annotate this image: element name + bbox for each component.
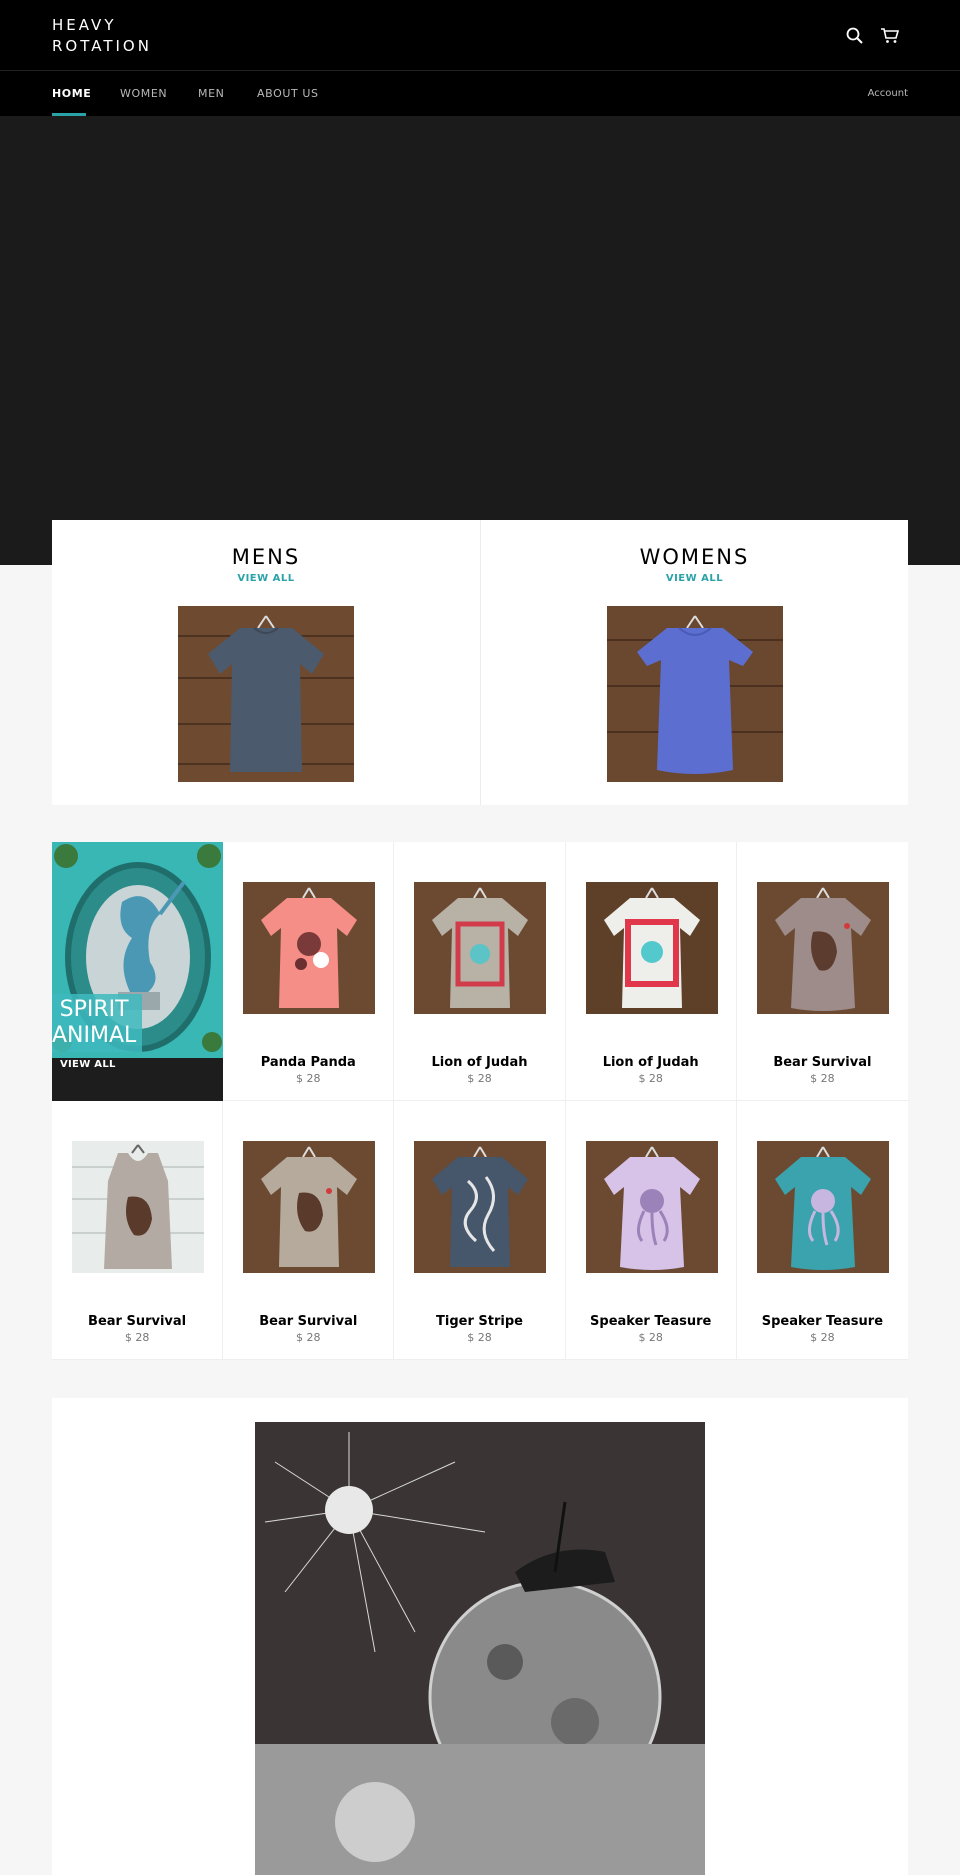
product-card[interactable]: Lion of Judah $ 28 bbox=[394, 842, 566, 1101]
featured-artwork-image bbox=[255, 1422, 705, 1875]
product-name: Tiger Stripe bbox=[436, 1314, 523, 1329]
hero-banner bbox=[0, 116, 960, 565]
nav-item-about-us[interactable]: ABOUT US bbox=[257, 87, 319, 100]
site-header: HEAVY ROTATION bbox=[0, 0, 960, 70]
product-image-speaker-teasure bbox=[756, 1141, 889, 1273]
product-name: Lion of Judah bbox=[602, 1055, 699, 1070]
search-icon[interactable] bbox=[845, 26, 865, 46]
product-price: $ 28 bbox=[810, 1331, 835, 1344]
featured-collection-card[interactable]: SPIRIT ANIMAL VIEW ALL bbox=[52, 842, 223, 1101]
product-price: $ 28 bbox=[467, 1331, 492, 1344]
cart-icon[interactable] bbox=[880, 26, 900, 46]
featured-collection-title: SPIRIT ANIMAL bbox=[52, 994, 143, 1052]
product-image-lion-of-judah bbox=[414, 882, 547, 1014]
womens-collection-image bbox=[607, 606, 783, 782]
product-name: Speaker Teasure bbox=[761, 1314, 884, 1329]
product-card[interactable]: Speaker Teasure $ 28 bbox=[736, 1101, 908, 1360]
product-card[interactable]: Panda Panda $ 28 bbox=[223, 842, 395, 1101]
product-image-tiger-stripe bbox=[414, 1141, 547, 1273]
collection-panels: MENS VIEW ALL WOMENS VIEW ALL bbox=[52, 520, 908, 805]
product-grid: SPIRIT ANIMAL VIEW ALL Panda Panda $ 28 … bbox=[52, 842, 908, 1360]
product-image-bear-survival bbox=[243, 1141, 376, 1273]
product-name: Panda Panda bbox=[260, 1055, 356, 1070]
product-image-panda-panda bbox=[243, 882, 376, 1014]
view-all-link[interactable]: VIEW ALL bbox=[52, 573, 480, 584]
nav-item-men[interactable]: MEN bbox=[198, 87, 224, 100]
product-price: $ 28 bbox=[638, 1072, 663, 1085]
nav-item-home[interactable]: HOME bbox=[52, 87, 91, 100]
product-name: Bear Survival bbox=[773, 1055, 872, 1070]
product-card[interactable]: Bear Survival $ 28 bbox=[52, 1101, 224, 1360]
product-image-bear-survival bbox=[72, 1141, 204, 1273]
product-price: $ 28 bbox=[638, 1331, 663, 1344]
product-price: $ 28 bbox=[124, 1331, 150, 1344]
product-price: $ 28 bbox=[467, 1072, 492, 1085]
product-name: Lion of Judah bbox=[431, 1055, 528, 1070]
collection-mens[interactable]: MENS VIEW ALL bbox=[52, 520, 480, 805]
product-card[interactable]: Lion of Judah $ 28 bbox=[565, 842, 737, 1101]
collection-title: WOMENS bbox=[639, 545, 750, 569]
mens-collection-image bbox=[178, 606, 354, 782]
product-name: Bear Survival bbox=[88, 1314, 187, 1329]
logo-line-1: HEAVY bbox=[52, 16, 117, 34]
featured-title-line-2: ANIMAL bbox=[52, 1023, 137, 1048]
main-nav: HOME WOMEN MEN ABOUT US Account bbox=[0, 70, 960, 116]
collection-womens[interactable]: WOMENS VIEW ALL bbox=[480, 520, 908, 805]
featured-image-section bbox=[52, 1398, 908, 1875]
featured-title-line-1: SPIRIT bbox=[59, 997, 129, 1022]
product-price: $ 28 bbox=[810, 1072, 835, 1085]
logo-line-2: ROTATION bbox=[52, 37, 152, 55]
product-price: $ 28 bbox=[296, 1331, 321, 1344]
product-image-speaker-teasure bbox=[585, 1141, 718, 1273]
view-all-link[interactable]: VIEW ALL bbox=[60, 1059, 116, 1070]
account-link[interactable]: Account bbox=[868, 88, 908, 99]
product-image-lion-of-judah bbox=[585, 882, 718, 1014]
product-price: $ 28 bbox=[296, 1072, 321, 1085]
product-card[interactable]: Speaker Teasure $ 28 bbox=[565, 1101, 737, 1360]
view-all-link[interactable]: VIEW ALL bbox=[481, 573, 908, 584]
product-card[interactable]: Bear Survival $ 28 bbox=[736, 842, 908, 1101]
product-card[interactable]: Tiger Stripe $ 28 bbox=[394, 1101, 566, 1360]
product-name: Speaker Teasure bbox=[590, 1314, 712, 1329]
product-card[interactable]: Bear Survival $ 28 bbox=[223, 1101, 395, 1360]
product-image-bear-survival bbox=[756, 882, 889, 1014]
site-logo[interactable]: HEAVY ROTATION bbox=[52, 15, 152, 57]
nav-item-women[interactable]: WOMEN bbox=[120, 87, 167, 100]
product-name: Bear Survival bbox=[259, 1314, 358, 1329]
collection-title: MENS bbox=[231, 545, 301, 569]
